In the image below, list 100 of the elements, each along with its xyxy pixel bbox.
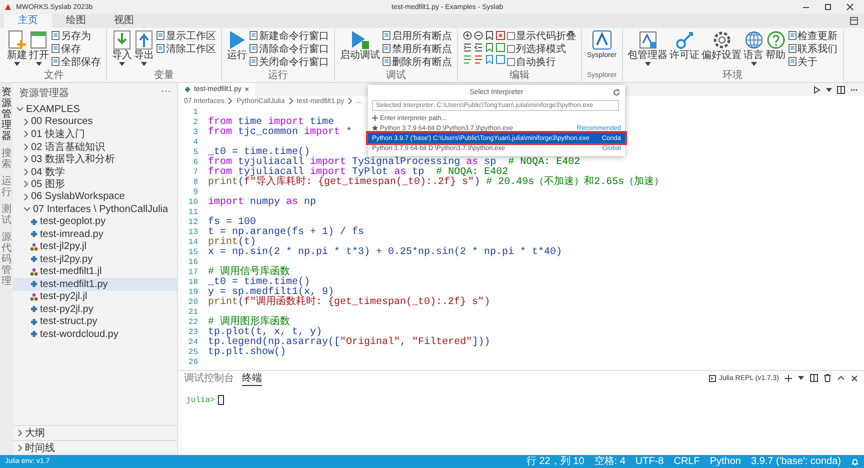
folder-item[interactable]: 06 SyslabWorkspace: [13, 190, 177, 203]
more-button[interactable]: ···: [161, 86, 171, 100]
section-header[interactable]: 大纲: [13, 425, 177, 440]
ribbon-button[interactable]: 新建: [6, 29, 28, 67]
tool-button[interactable]: [485, 31, 494, 40]
ribbon-button[interactable]: 清除命令行窗口: [248, 42, 330, 55]
ribbon-tab[interactable]: 绘图: [52, 14, 100, 28]
ribbon-tab[interactable]: 视图: [100, 14, 148, 28]
ribbon-button[interactable]: 另存为: [50, 29, 102, 42]
split-icon: [810, 374, 818, 382]
tool-button[interactable]: [463, 31, 472, 40]
settings-icon: [712, 30, 732, 50]
ribbon-button[interactable]: 打开: [28, 29, 50, 67]
document-icon: [51, 57, 60, 66]
document-icon: [249, 44, 258, 53]
file-item[interactable]: test-imread.py: [13, 228, 177, 240]
ribbon-button[interactable]: 运行: [226, 29, 248, 62]
activity-tab[interactable]: 测试: [2, 204, 12, 226]
folder-item[interactable]: 00 Resources: [13, 116, 177, 128]
activity-tab[interactable]: 资源管理器: [2, 87, 12, 142]
document-icon: [382, 57, 391, 66]
folder-item[interactable]: 03 数据导入和分析: [13, 153, 177, 166]
ribbon-button[interactable]: 启动调试: [339, 29, 381, 62]
ribbon-button[interactable]: 许可证: [668, 29, 701, 62]
tool-button[interactable]: [463, 43, 472, 52]
ribbon-checkbox[interactable]: 显示代码折叠: [506, 29, 577, 42]
tool-button[interactable]: [485, 43, 494, 52]
ribbon-button[interactable]: 全部保存: [50, 55, 102, 68]
ribbon-button[interactable]: 关闭命令行窗口: [248, 55, 330, 68]
line-number: 10: [187, 198, 199, 208]
ribbon-button[interactable]: 导入: [111, 29, 133, 67]
plus-icon: [785, 374, 792, 382]
code-line: print(f"导入库耗时: {get_timespan(_t0):.2f} s") # 20.49s（不加速）和2.65s（加速）: [208, 178, 664, 188]
tool-button[interactable]: [474, 31, 483, 40]
activity-tab[interactable]: 运行: [2, 176, 12, 198]
folder-item[interactable]: EXAMPLES: [13, 103, 177, 116]
tool-button[interactable]: [496, 55, 505, 64]
ribbon-button[interactable]: 显示工作区: [155, 29, 217, 42]
chevron-right-icon: [288, 97, 294, 106]
checkbox[interactable]: [507, 44, 515, 52]
ribbon-button[interactable]: 新建命令行窗口: [248, 29, 330, 42]
checkbox[interactable]: [507, 58, 515, 66]
activity-tab[interactable]: 搜索: [2, 148, 12, 170]
file-item[interactable]: test-py2jl.py: [13, 303, 177, 316]
file-item[interactable]: test-medfilt1.py: [13, 278, 177, 290]
document-icon: [156, 31, 165, 40]
dots-icon: [30, 242, 38, 251]
ribbon-checkbox[interactable]: 自动换行: [506, 55, 577, 68]
code-line: print(f"调用函数耗时: {get_timespan(_t0):.2f} s"): [208, 298, 490, 308]
ribbon-button[interactable]: 包管理器: [626, 29, 669, 67]
document-icon: [51, 31, 60, 40]
folder-item[interactable]: 05 图形: [13, 178, 177, 190]
ribbon-button[interactable]: 语言: [742, 29, 765, 67]
play-debug-icon: [350, 30, 370, 50]
tool-button[interactable]: [496, 43, 505, 52]
tool-button[interactable]: [474, 55, 483, 64]
file-icon: [30, 318, 38, 326]
tool-button[interactable]: [485, 55, 494, 64]
tool-button[interactable]: [474, 43, 483, 52]
checkbox[interactable]: [507, 32, 515, 40]
ribbon-button[interactable]: 禁用所有断点: [381, 42, 453, 55]
ribbon-button[interactable]: 清除工作区: [155, 42, 217, 55]
folder-item[interactable]: 04 数学: [13, 166, 177, 178]
file-item[interactable]: test-py2jl.jl: [13, 290, 177, 303]
line-number: 20: [187, 298, 199, 308]
panel-icon: [850, 17, 858, 25]
ribbon-button[interactable]: 关于: [786, 55, 839, 68]
panel-tab[interactable]: 终端: [242, 370, 262, 386]
file-item[interactable]: test-struct.py: [13, 316, 177, 328]
ribbon-button[interactable]: 启用所有断点: [381, 29, 453, 42]
folder-item[interactable]: 07 Interfaces \ PythonCallJulia: [13, 203, 177, 216]
activity-tab[interactable]: 源代码管理: [2, 232, 12, 287]
file-item[interactable]: test-geoplot.py: [13, 216, 177, 228]
ribbon-tab[interactable]: 主页: [4, 14, 52, 28]
panel-tab[interactable]: 调试控制台: [184, 371, 234, 386]
ribbon-button[interactable]: 检查更新: [786, 29, 839, 42]
zoom-in-icon: [463, 31, 472, 40]
ribbon-button[interactable]: 删除所有断点: [381, 55, 453, 68]
tool-button[interactable]: [463, 55, 472, 64]
split-icon: [837, 86, 845, 94]
line-number: 12: [187, 218, 199, 228]
ribbon-button[interactable]: 偏好设置: [700, 29, 743, 62]
ribbon-button[interactable]: 导出: [133, 29, 155, 67]
dots-icon: [30, 268, 38, 276]
folder-item[interactable]: 01 快速入门: [13, 128, 177, 140]
ribbon-button[interactable]: 联系我们: [786, 42, 839, 55]
ribbon-button[interactable]: 帮助: [764, 29, 787, 62]
file-item[interactable]: test-jl2py.py: [13, 253, 177, 266]
ribbon-checkbox[interactable]: 列选择模式: [506, 42, 577, 55]
file-item[interactable]: test-wordcloud.py: [13, 328, 177, 340]
comment-icon: [463, 55, 472, 64]
folder-item[interactable]: 02 语言基础知识: [13, 140, 177, 153]
line-number: 8: [192, 178, 199, 188]
tool-button[interactable]: [496, 31, 505, 40]
ribbon-button[interactable]: 保存: [50, 42, 102, 55]
file-icon: [30, 255, 38, 264]
close-button[interactable]: ×: [244, 85, 250, 94]
file-item[interactable]: test-jl2py.jl: [13, 240, 177, 253]
file-item[interactable]: test-medfilt1.jl: [13, 266, 177, 278]
sidebar-title: 资源管理器: [19, 87, 69, 100]
